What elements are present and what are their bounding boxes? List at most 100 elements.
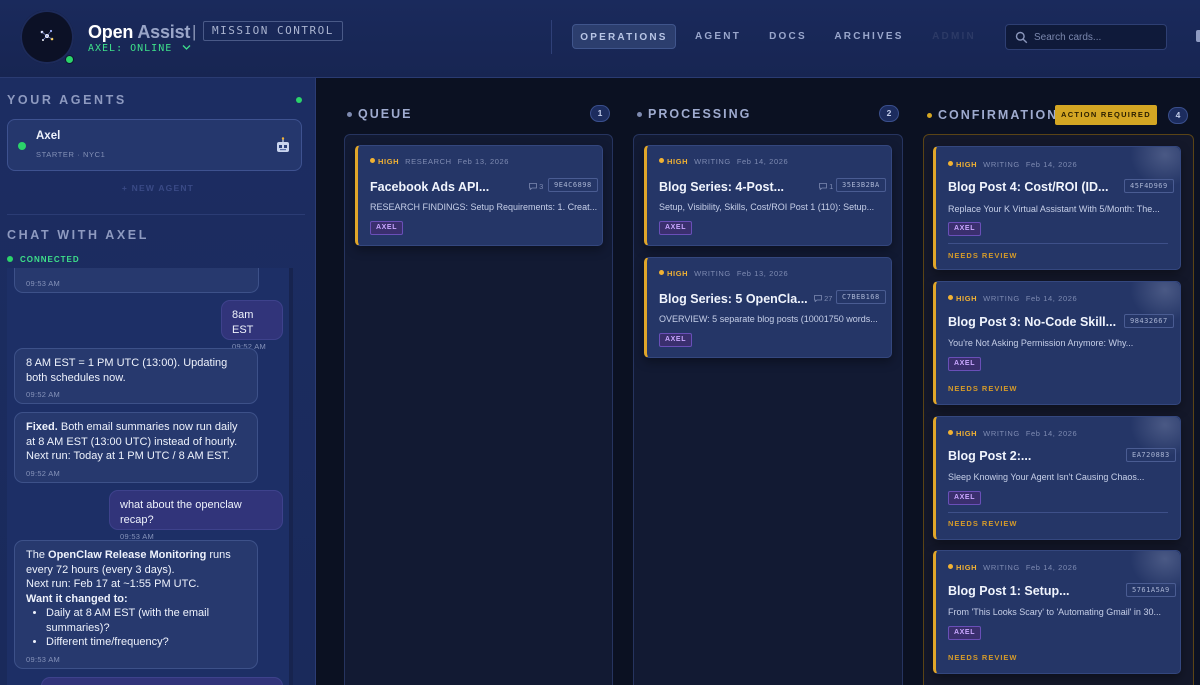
card-date: Feb 14, 2026 [1025, 429, 1078, 438]
card-category: WRITING [983, 429, 1020, 438]
card-id: 5761A5A9 [1126, 583, 1176, 597]
card-id: 45F4D969 [1124, 179, 1174, 193]
chat-message-user: what about the openclaw recap? 09:53 AM [109, 490, 283, 541]
chat-message-agent: Fixed. Both email summaries now run dail… [14, 412, 258, 483]
priority-dot [659, 270, 664, 275]
message-bold-2: Want it changed to: [26, 592, 128, 605]
task-card[interactable]: HIGH WRITING Feb 14, 2026 Blog Post 4: Cos… [933, 146, 1181, 270]
message-text-2: Next run: Today at 1 PM UTC / 8 AM EST. [26, 450, 230, 462]
message-text: 8am EST [232, 309, 254, 336]
new-agent-button[interactable]: + NEW AGENT [0, 183, 315, 193]
card-description: OVERVIEW: 5 separate blog posts (1000175… [659, 314, 878, 324]
message-bullet: Different time/frequency? [46, 635, 247, 650]
card-priority: HIGH [956, 160, 978, 169]
card-category: WRITING [694, 157, 731, 166]
card-priority: HIGH [378, 157, 400, 166]
card-description: You're Not Asking Permission Anymore: Wh… [948, 338, 1134, 348]
message-text: 8 AM EST = 1 PM UTC (13:00). Updating bo… [26, 357, 228, 384]
card-id: EA720883 [1126, 448, 1176, 462]
priority-dot [948, 295, 953, 300]
task-card[interactable]: HIGH WRITING Feb 14, 2026 Blog Series: 4-P… [644, 145, 892, 246]
card-title: Blog Series: 5 OpenCla... [659, 292, 808, 306]
task-card[interactable]: HIGH WRITING Feb 14, 2026 Blog Post 2:... … [933, 416, 1181, 540]
confirmation-bullet [927, 113, 932, 118]
nav-tab-docs[interactable]: DOCS [762, 24, 814, 49]
queue-count-badge: 1 [590, 105, 610, 122]
message-time: 09:53 AM [26, 654, 61, 664]
agent-plan: STARTER · NYC1 [36, 150, 106, 159]
card-description: From 'This Looks Scary' to 'Automating G… [948, 607, 1161, 617]
confirmation-count-badge: 4 [1168, 107, 1188, 124]
task-card[interactable]: HIGH WRITING Feb 14, 2026 Blog Post 3: No-… [933, 281, 1181, 405]
priority-dot [948, 161, 953, 166]
priority-dot [659, 158, 664, 163]
card-meta: HIGH WRITING Feb 14, 2026 [948, 563, 1077, 572]
message-time: 09:53 AM [26, 279, 61, 288]
comment-count-value: 27 [824, 294, 833, 303]
card-meta: HIGH WRITING Feb 14, 2026 [659, 157, 788, 166]
task-card[interactable]: HIGH WRITING Feb 13, 2026 Blog Series: 5 O… [644, 257, 892, 358]
chat-message-agent: 8 AM EST = 1 PM UTC (13:00). Updating bo… [14, 348, 258, 404]
nav-tab-operations[interactable]: OPERATIONS [572, 24, 676, 49]
chat-message-user [41, 677, 283, 685]
agent-tag: AXEL [659, 333, 693, 347]
card-meta: HIGH WRITING Feb 14, 2026 [948, 294, 1077, 303]
search-icon [1015, 31, 1028, 44]
card-category: WRITING [983, 160, 1020, 169]
column-confirmation: HIGH WRITING Feb 14, 2026 Blog Post 4: Cos… [923, 134, 1194, 685]
card-description: RESEARCH FINDINGS: Setup Requirements: 1… [370, 202, 598, 212]
card-title: Blog Post 2:... [948, 449, 1032, 463]
card-title: Blog Post 1: Setup... [948, 584, 1070, 598]
card-meta: HIGH WRITING Feb 14, 2026 [948, 429, 1077, 438]
message-bold: Fixed. [26, 421, 58, 433]
agent-card-axel[interactable]: Axel STARTER · NYC1 [7, 119, 302, 171]
message-time: 09:52 AM [26, 390, 61, 399]
task-card[interactable]: HIGH RESEARCH Feb 13, 2026 Facebook Ads AP… [355, 145, 603, 246]
card-priority: HIGH [956, 294, 978, 303]
message-bold: OpenClaw Release Monitoring [48, 549, 207, 561]
card-date: Feb 13, 2026 [457, 157, 510, 166]
agent-name: Axel [36, 130, 61, 142]
task-card[interactable]: HIGH WRITING Feb 14, 2026 Blog Post 1: Set… [933, 550, 1181, 674]
card-id: C7BEB168 [836, 290, 886, 304]
nav-tab-agent[interactable]: AGENT [688, 24, 748, 49]
card-title: Blog Post 3: No-Code Skill... [948, 315, 1117, 329]
processing-count-badge: 2 [879, 105, 899, 122]
card-meta: HIGH WRITING Feb 14, 2026 [948, 160, 1077, 169]
top-header: Open Assist | MISSION CONTROL AXEL: ONLI… [0, 0, 1200, 78]
card-id: 35E3B2BA [836, 178, 886, 192]
search-box [1005, 24, 1167, 50]
main-nav: OPERATIONS AGENT DOCS ARCHIVES ADMIN [0, 24, 1000, 50]
card-description: Sleep Knowing Your Agent Isn't Causing C… [948, 472, 1145, 482]
card-date: Feb 13, 2026 [736, 269, 789, 278]
online-indicator-dot [65, 55, 74, 64]
column-title-processing: PROCESSING [648, 107, 752, 121]
message-pre: The [26, 549, 49, 561]
nav-tab-admin[interactable]: ADMIN [924, 24, 984, 49]
message-text-2: Next run: Feb 17 at ~1:55 PM UTC. [26, 578, 200, 590]
chat-scrollbar[interactable] [289, 268, 293, 685]
comment-count: 27 [814, 294, 832, 303]
card-title: Facebook Ads API... [370, 180, 490, 194]
card-description: Replace Your K Virtual Assistant With 5/… [948, 204, 1160, 214]
column-title-queue: QUEUE [358, 107, 413, 121]
comment-count: 1 [819, 182, 833, 191]
card-status: NEEDS REVIEW [948, 519, 1018, 528]
card-date: Feb 14, 2026 [1025, 160, 1078, 169]
card-divider [948, 512, 1168, 513]
priority-dot [948, 564, 953, 569]
agent-tag: AXEL [370, 221, 404, 235]
header-overflow-handle[interactable] [1196, 30, 1200, 42]
agent-tag: AXEL [948, 357, 982, 371]
chat-title: CHAT WITH AXEL [7, 228, 149, 242]
chat-message-agent: 09:53 AM [14, 268, 259, 293]
priority-dot [370, 158, 375, 163]
card-description: Setup, Visibility, Skills, Cost/ROI Post… [659, 202, 875, 212]
card-priority: HIGH [956, 563, 978, 572]
message-bullets: Daily at 8 AM EST (with the email summar… [36, 606, 247, 650]
card-status: NEEDS REVIEW [948, 653, 1018, 662]
chat-messages[interactable]: 09:53 AM 8am EST 09:52 AM 8 AM EST = 1 P… [7, 268, 291, 685]
nav-tab-archives[interactable]: ARCHIVES [829, 24, 909, 49]
chat-message-user: 8am EST 09:52 AM [221, 300, 283, 351]
search-input[interactable] [1034, 25, 1162, 49]
